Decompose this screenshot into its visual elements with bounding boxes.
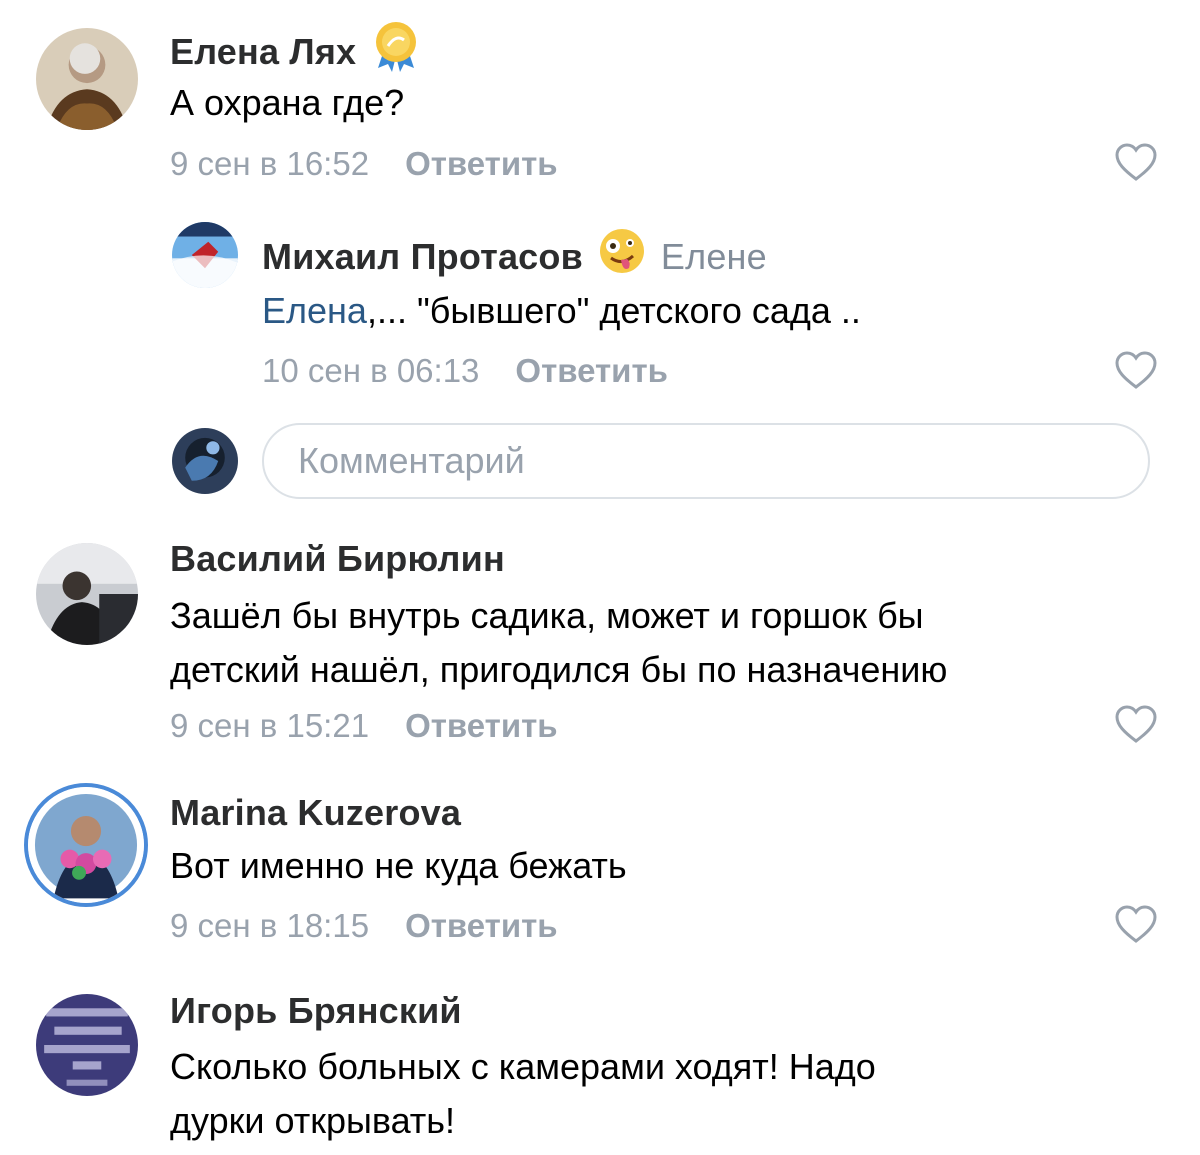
avatar[interactable] bbox=[172, 222, 238, 288]
comment-text: Зашёл бы внутрь садика, может и горшок б… bbox=[170, 589, 947, 697]
comment-input[interactable] bbox=[262, 423, 1150, 499]
comment-text-line: Сколько больных с камерами ходят! Надо bbox=[170, 1046, 876, 1087]
comment-text-line: Зашёл бы внутрь садика, может и горшок б… bbox=[170, 595, 924, 636]
author-name[interactable]: Михаил Протасов Елене bbox=[262, 229, 767, 289]
comment-text-line: дурки открывать! bbox=[170, 1100, 456, 1141]
author-name[interactable]: Игорь Брянский bbox=[170, 990, 462, 1032]
author-name[interactable]: Василий Бирюлин bbox=[170, 538, 505, 580]
avatar[interactable] bbox=[24, 783, 148, 907]
avatar[interactable] bbox=[36, 28, 138, 130]
comment-time: 9 сен в 18:15 bbox=[170, 907, 370, 944]
comment-text: Вот именно не куда бежать bbox=[170, 845, 627, 886]
comment-text-body: ,... "бывшего" детского сада .. bbox=[366, 290, 861, 331]
heart-outline-icon[interactable] bbox=[1114, 904, 1158, 944]
author-name-text[interactable]: Елена Лях bbox=[170, 31, 356, 72]
heart-outline-icon[interactable] bbox=[1114, 350, 1158, 390]
comment-meta: 9 сен в 15:21 Ответить bbox=[170, 707, 558, 745]
comment-time: 9 сен в 15:21 bbox=[170, 707, 370, 744]
author-name-text[interactable]: Михаил Протасов bbox=[262, 236, 583, 277]
reply-button[interactable]: Ответить bbox=[515, 352, 668, 389]
comment-text: А охрана где? bbox=[170, 82, 405, 123]
comment-text-line: детский нашёл, пригодился бы по назначен… bbox=[170, 649, 948, 690]
zany-face-emoji-icon bbox=[597, 226, 647, 285]
mention-link[interactable]: Елена bbox=[262, 290, 367, 331]
gold-medal-badge-icon bbox=[370, 20, 422, 81]
reply-button[interactable]: Ответить bbox=[405, 145, 558, 182]
avatar[interactable] bbox=[36, 994, 138, 1096]
comment-meta: 9 сен в 16:52 Ответить bbox=[170, 145, 558, 183]
comments-feed: Елена Лях А охрана где? 9 сен в 16:52 Отв… bbox=[0, 0, 1200, 1155]
author-name[interactable]: Marina Kuzerova bbox=[170, 792, 461, 834]
avatar[interactable] bbox=[36, 543, 138, 645]
reply-button[interactable]: Ответить bbox=[405, 907, 558, 944]
comment-time: 9 сен в 16:52 bbox=[170, 145, 370, 182]
heart-outline-icon[interactable] bbox=[1114, 142, 1158, 182]
reply-to-label[interactable]: Елене bbox=[661, 236, 767, 277]
comment-text: Сколько больных с камерами ходят! Надо д… bbox=[170, 1040, 876, 1148]
comment-text: Елена,... "бывшего" детского сада .. bbox=[262, 284, 861, 338]
comment-meta: 10 сен в 06:13 Ответить bbox=[262, 352, 668, 390]
reply-button[interactable]: Ответить bbox=[405, 707, 558, 744]
comment-time: 10 сен в 06:13 bbox=[262, 352, 480, 389]
current-user-avatar bbox=[172, 428, 238, 494]
heart-outline-icon[interactable] bbox=[1114, 704, 1158, 744]
comment-meta: 9 сен в 18:15 Ответить bbox=[170, 907, 558, 945]
